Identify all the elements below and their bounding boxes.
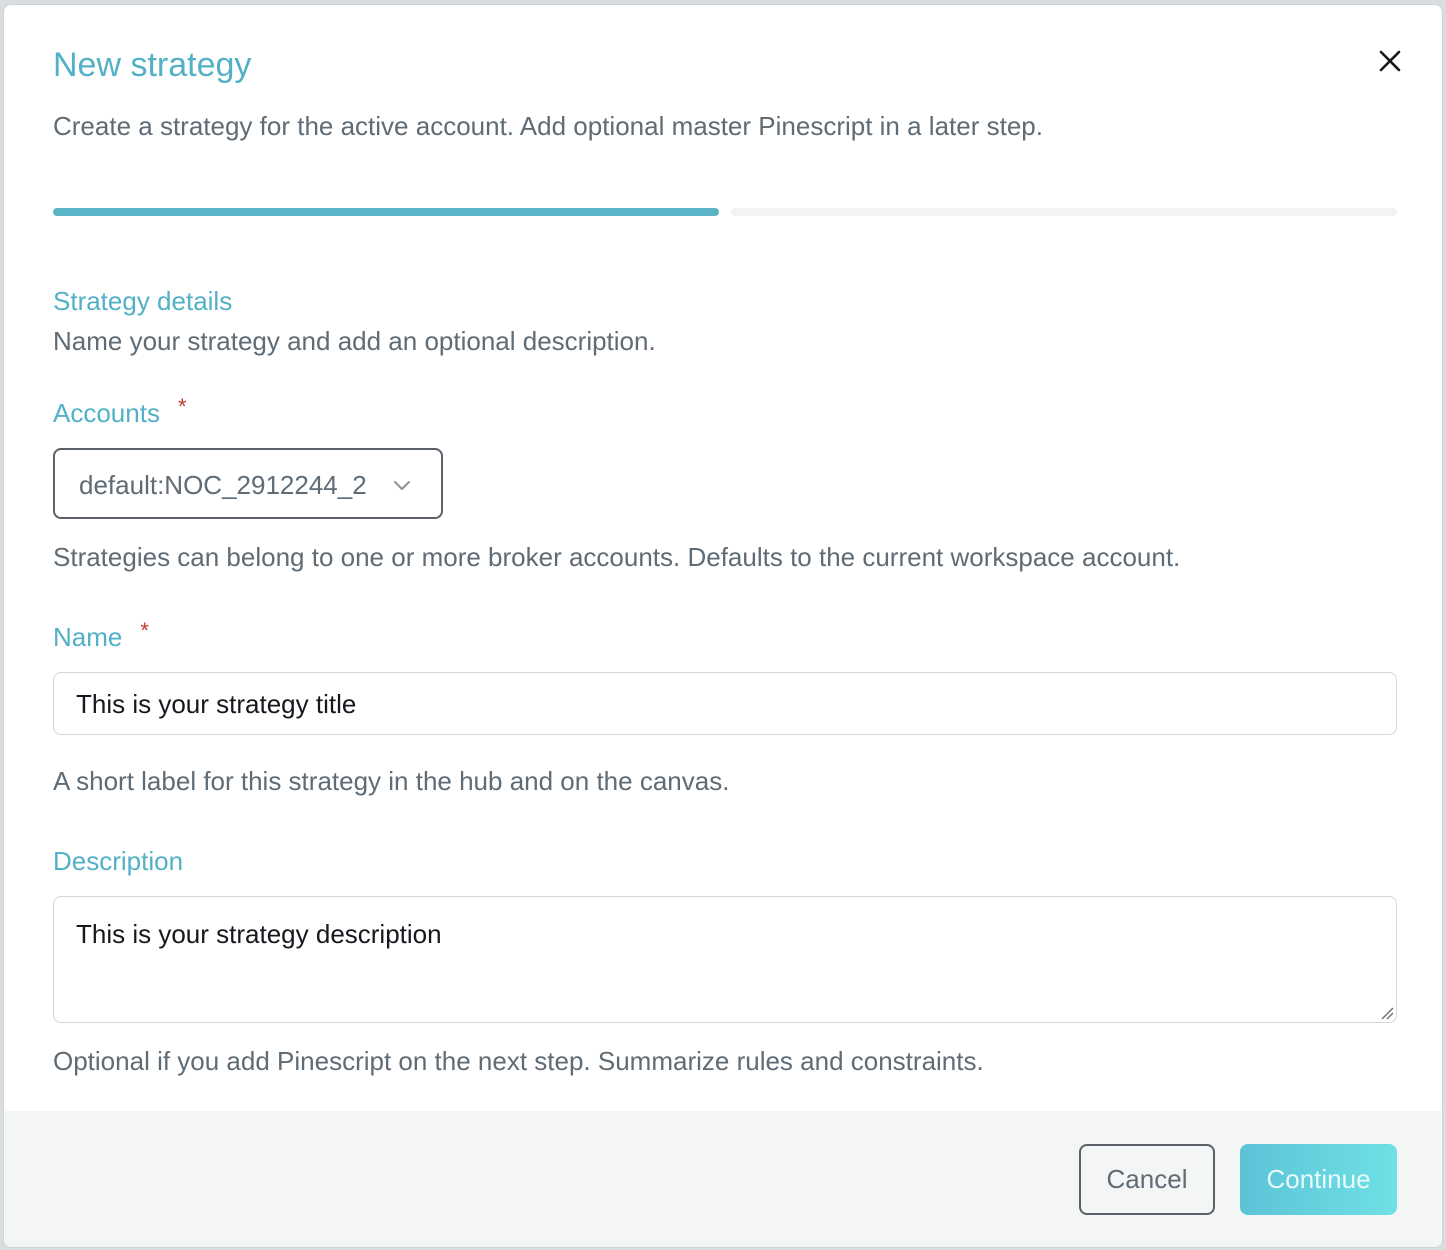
accounts-selected-value: default:NOC_2912244_2 [79,470,367,500]
accounts-help: Strategies can belong to one or more bro… [53,542,1181,572]
resize-handle-icon[interactable] [1380,1006,1394,1020]
close-icon [1379,50,1401,72]
description-textarea-value: This is your strategy description [76,919,442,949]
name-help: A short label for this strategy in the h… [53,766,730,796]
name-label-text: Name [53,622,123,652]
name-input[interactable]: This is your strategy title [53,672,1397,735]
name-label: Name * [53,618,149,656]
progress-step-1-active [53,208,719,216]
dialog-footer: Cancel Continue [4,1111,1442,1247]
dialog-title: New strategy [53,46,252,84]
close-button[interactable] [1372,43,1408,79]
dialog-subtitle: Create a strategy for the active account… [53,111,1043,141]
description-label: Description [53,846,184,876]
continue-button[interactable]: Continue [1240,1144,1397,1215]
required-asterisk: * [177,394,187,419]
accounts-label: Accounts * [53,394,187,432]
section-title: Strategy details [53,286,233,316]
section-description: Name your strategy and add an optional d… [53,326,656,356]
name-input-value: This is your strategy title [76,689,357,719]
cancel-button[interactable]: Cancel [1079,1144,1215,1215]
description-help: Optional if you add Pinescript on the ne… [53,1046,984,1076]
accounts-select[interactable]: default:NOC_2912244_2 [53,448,443,519]
progress-step-2-inactive [731,208,1397,216]
required-asterisk: * [140,618,149,643]
accounts-label-text: Accounts [53,398,160,428]
description-textarea[interactable]: This is your strategy description [53,896,1397,1023]
new-strategy-dialog: New strategy Create a strategy for the a… [3,4,1443,1248]
chevron-down-icon [394,481,410,490]
